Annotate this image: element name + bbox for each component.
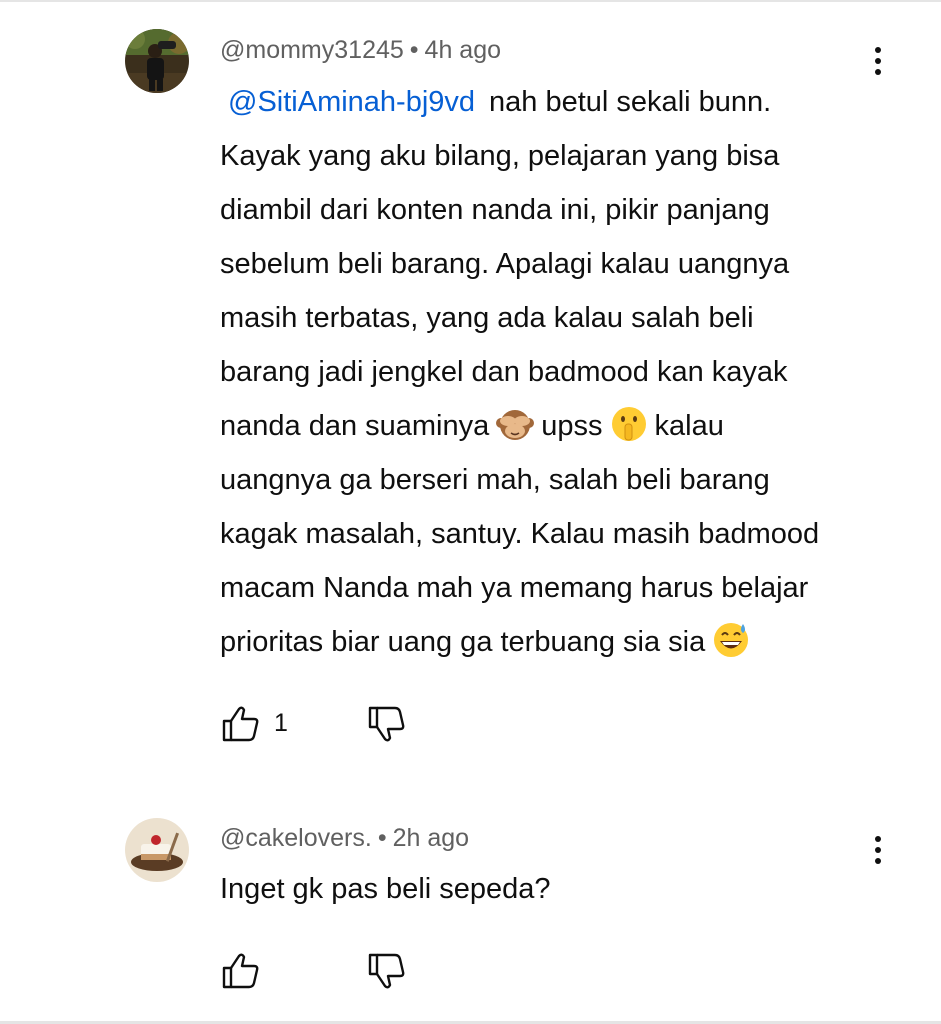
comment-actions [220, 950, 640, 994]
dislike-icon[interactable] [366, 703, 408, 745]
meta-separator: • [377, 824, 387, 852]
comment-line: nanda dan suaminya upss kalau [220, 399, 860, 453]
comment-body: @SitiAminah-bj9vd nah betul sekali bunn. … [220, 75, 860, 669]
comment-line: masih terbatas, yang ada kalau salah bel… [220, 302, 754, 334]
comment-line: Kayak yang aku bilang, pelajaran yang bi… [220, 140, 780, 172]
comment-author[interactable]: @cakelovers. [220, 824, 372, 852]
comment-line: Inget gk pas beli sepeda? [220, 873, 551, 905]
see-no-evil-monkey-icon [496, 410, 535, 440]
more-dot [875, 858, 881, 864]
comment-time: 2h ago [392, 824, 470, 852]
like-icon[interactable] [220, 703, 262, 745]
comment-line: @SitiAminah-bj9vd nah betul sekali bunn. [228, 86, 772, 118]
comment-meta: @mommy31245 • 4h ago [220, 36, 501, 65]
mention-link[interactable]: @SitiAminah-bj9vd [228, 86, 475, 118]
grinning-face-with-sweat-icon [714, 623, 749, 657]
shushing-face-icon [611, 407, 646, 441]
avatar[interactable] [125, 29, 189, 93]
dislike-icon[interactable] [366, 950, 408, 992]
more-options-button[interactable] [862, 39, 894, 83]
more-dot [875, 58, 881, 64]
comment-line: diambil dari konten nanda ini, pikir pan… [220, 194, 770, 226]
comment-line: uangnya ga berseri mah, salah beli baran… [220, 464, 770, 496]
more-dot [875, 69, 881, 75]
comment-line: sebelum beli barang. Apalagi kalau uangn… [220, 248, 790, 280]
comment-line: kagak masalah, santuy. Kalau masih badmo… [220, 518, 820, 550]
like-count: 1 [274, 709, 288, 737]
more-dot [875, 836, 881, 842]
comment-line: prioritas biar uang ga terbuang sia sia [220, 615, 860, 669]
like-icon[interactable] [220, 950, 262, 992]
more-options-button[interactable] [862, 828, 894, 872]
top-divider [0, 0, 941, 2]
comment-line: macam Nanda mah ya memang harus belajar [220, 572, 809, 604]
more-dot [875, 47, 881, 53]
meta-separator: • [409, 36, 419, 64]
avatar[interactable] [125, 818, 189, 882]
comment-time: 4h ago [424, 36, 502, 64]
comment-author[interactable]: @mommy31245 [220, 36, 404, 64]
more-dot [875, 847, 881, 853]
comment-line: barang jadi jengkel dan badmood kan kaya… [220, 356, 788, 388]
comment-body: Inget gk pas beli sepeda? [220, 862, 860, 916]
comment-meta: @cakelovers. • 2h ago [220, 824, 469, 853]
comment-actions: 1 [220, 703, 640, 747]
